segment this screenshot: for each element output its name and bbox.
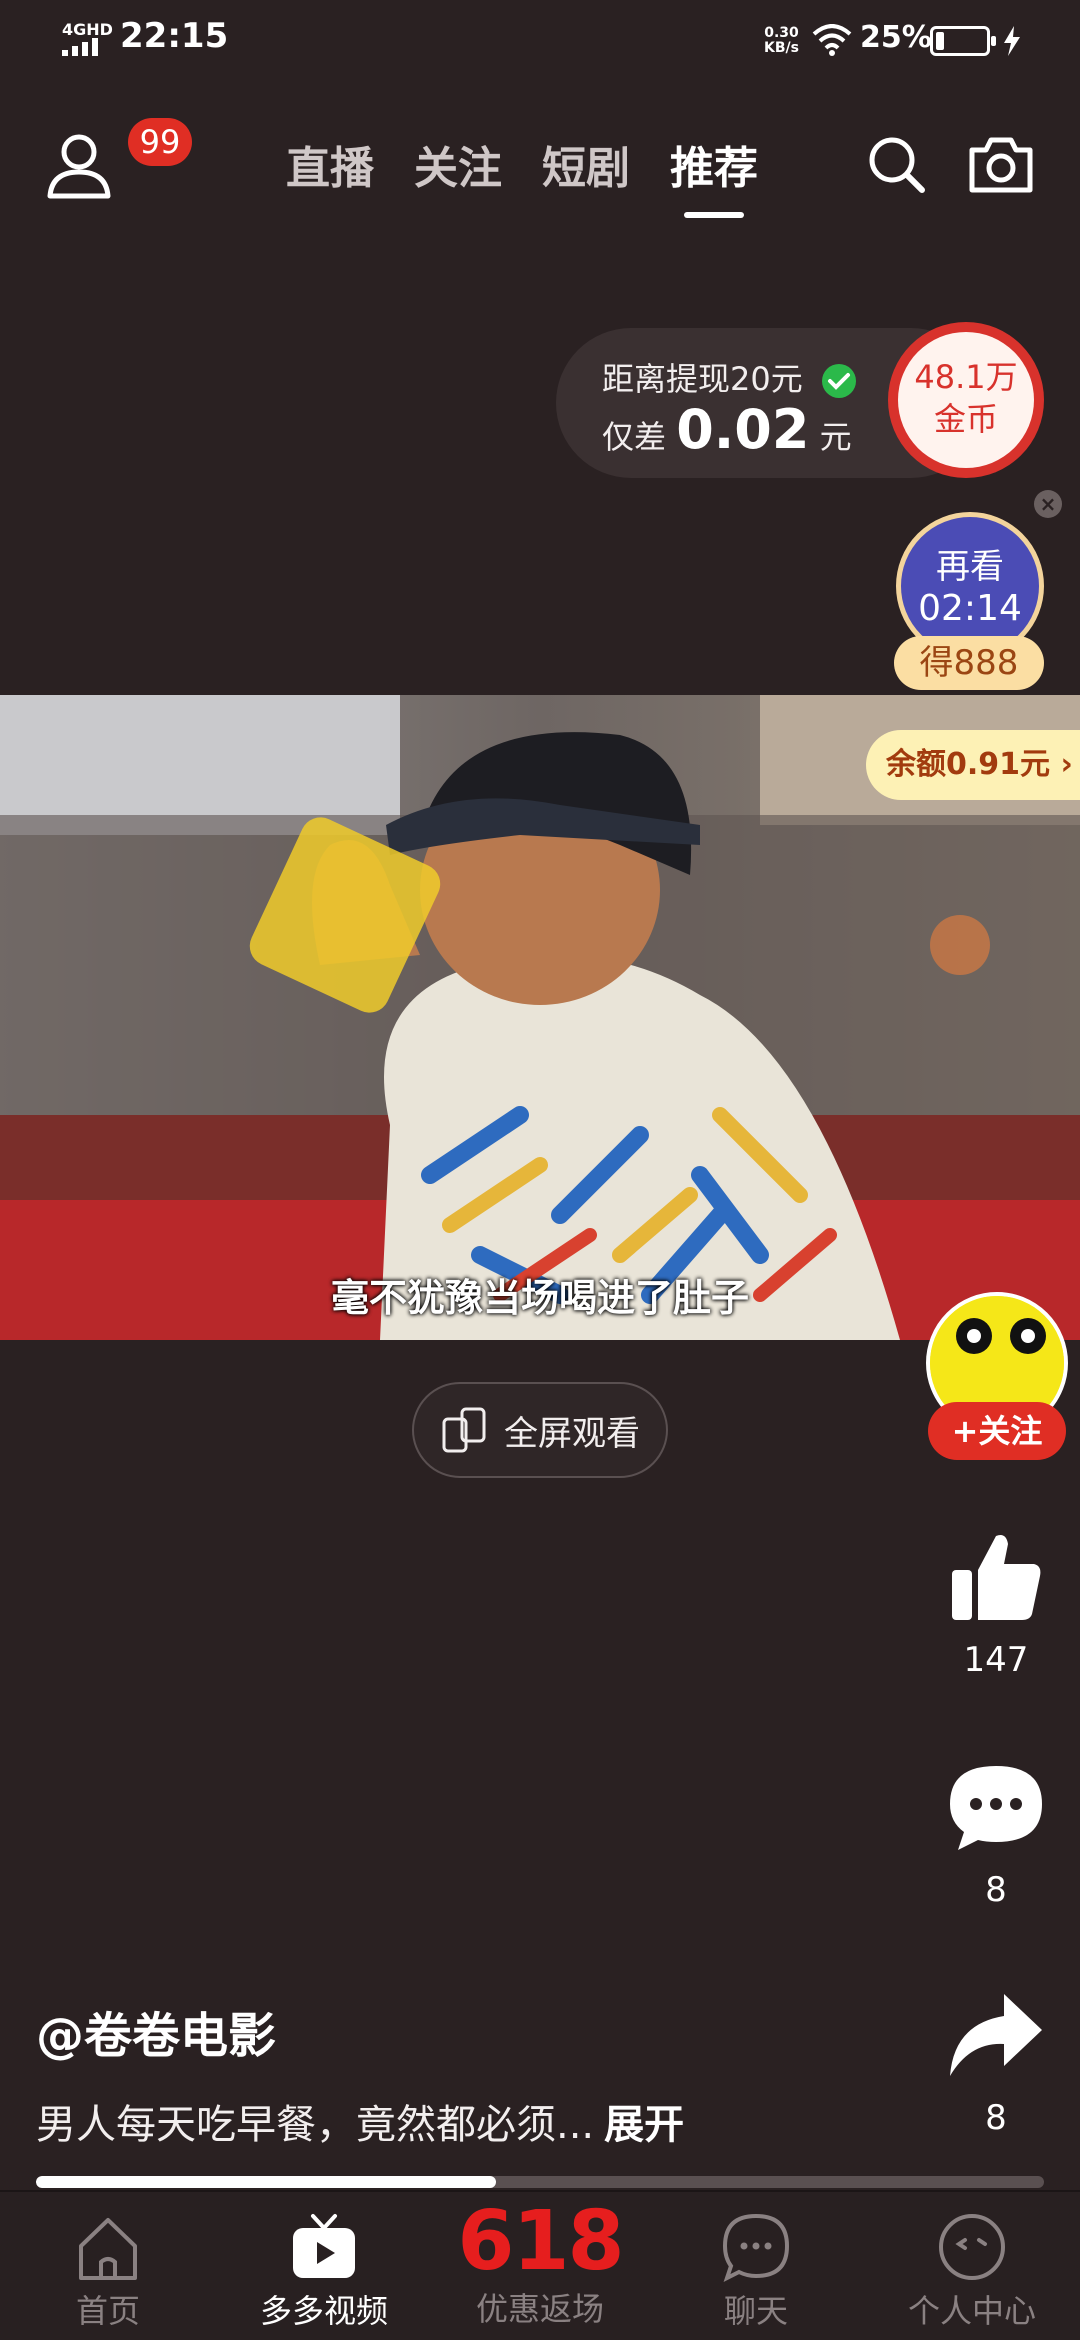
like-count: 147 xyxy=(963,1640,1029,1680)
nav-profile-label: 个人中心 xyxy=(907,2292,1036,2330)
withdraw-target-text: 距离提现20元 xyxy=(602,360,803,398)
withdraw-target: 距离提现20元 xyxy=(602,354,857,400)
rewatch-label: 再看 xyxy=(936,547,1004,587)
tab-recommended[interactable]: 推荐 xyxy=(670,132,758,196)
chat-icon xyxy=(722,2213,790,2282)
nav-video[interactable]: 多多视频 xyxy=(244,2212,404,2332)
author-name[interactable]: @卷卷电影 xyxy=(36,1996,276,2066)
feed-tabs: 直播 关注 短剧 推荐 xyxy=(286,132,758,196)
profile-icon xyxy=(939,2214,1005,2280)
network-speed-unit: KB/s xyxy=(764,40,799,56)
user-button[interactable]: 99 xyxy=(44,118,192,200)
coin-label: 金币 xyxy=(933,400,998,438)
balance-label: 余额0.91元 xyxy=(886,747,1051,782)
fullscreen-label: 全屏观看 xyxy=(504,1413,640,1454)
remaining-suffix: 元 xyxy=(819,418,852,456)
battery-percent: 25% xyxy=(860,20,932,55)
rotate-phone-icon xyxy=(442,1407,486,1453)
nav-profile[interactable]: 个人中心 xyxy=(892,2212,1052,2332)
tab-following[interactable]: 关注 xyxy=(414,132,502,196)
follow-button[interactable]: +关注 xyxy=(928,1402,1066,1460)
notification-badge: 99 xyxy=(128,118,192,166)
nav-promo[interactable]: 618 优惠返场 xyxy=(440,2198,640,2330)
network-speed: 0.30 KB/s xyxy=(764,26,799,56)
chevron-right-icon: › xyxy=(1060,747,1073,782)
video-subtitle: 毫不犹豫当场喝进了肚子 xyxy=(330,1276,749,1320)
camera-icon[interactable] xyxy=(968,134,1034,194)
wechat-check-icon xyxy=(821,364,856,398)
expand-button[interactable]: 展开 xyxy=(604,2102,684,2148)
home-icon xyxy=(79,2218,137,2280)
share-button[interactable]: 8 xyxy=(940,1990,1052,2138)
description-text: 男人每天吃早餐，竟然都必须... xyxy=(36,2102,595,2148)
share-icon xyxy=(950,1994,1042,2076)
nav-home[interactable]: 首页 xyxy=(28,2212,188,2332)
coin-value: 48.1万 xyxy=(914,358,1018,396)
charging-icon xyxy=(1004,26,1020,56)
nav-chat-label: 聊天 xyxy=(723,2292,788,2330)
clock: 22:15 xyxy=(120,16,229,56)
comment-count: 8 xyxy=(985,1870,1007,1910)
promo-618-icon: 618 xyxy=(457,2194,624,2289)
video-progress-fill xyxy=(36,2176,496,2188)
tv-icon xyxy=(293,2214,355,2278)
bottom-nav: 首页 多多视频 618 优惠返场 聊天 个人中心 xyxy=(0,2190,1080,2340)
comment-button[interactable]: 8 xyxy=(940,1762,1052,1910)
remaining-prefix: 仅差 xyxy=(602,418,667,456)
balance-link[interactable]: 余额0.91元 › xyxy=(866,730,1080,800)
nav-promo-label: 优惠返场 xyxy=(475,2290,604,2328)
battery-fill xyxy=(936,32,944,50)
withdraw-remaining: 仅差 0.02 元 xyxy=(602,398,852,461)
network-speed-value: 0.30 xyxy=(764,25,799,41)
coin-balance-button[interactable]: 48.1万 金币 xyxy=(888,322,1044,478)
close-icon[interactable]: × xyxy=(1034,490,1062,518)
nav-chat[interactable]: 聊天 xyxy=(676,2212,836,2332)
video-description: 男人每天吃早餐，竟然都必须... 展开 xyxy=(36,2092,684,2150)
wifi-icon xyxy=(812,24,852,56)
thumbs-up-icon xyxy=(952,1535,1041,1620)
top-nav: 99 直播 关注 短剧 推荐 xyxy=(0,110,1080,220)
tab-short-drama[interactable]: 短剧 xyxy=(542,132,630,196)
tab-live[interactable]: 直播 xyxy=(286,132,374,196)
network-type: 4GHD xyxy=(62,20,113,39)
remaining-amount: 0.02 xyxy=(676,398,810,461)
battery-icon xyxy=(930,26,996,56)
rewatch-time: 02:14 xyxy=(918,588,1022,629)
user-icon xyxy=(47,134,111,199)
earn-reward-badge: 得888 xyxy=(894,636,1044,690)
video-progress-bar[interactable] xyxy=(36,2176,1044,2188)
nav-video-label: 多多视频 xyxy=(259,2292,388,2330)
search-icon[interactable] xyxy=(866,134,926,194)
like-button[interactable]: 147 xyxy=(940,1530,1052,1680)
comment-icon xyxy=(950,1766,1042,1850)
fullscreen-button[interactable]: 全屏观看 xyxy=(412,1382,668,1478)
coin-balance: 48.1万 金币 xyxy=(898,332,1034,468)
signal-icon xyxy=(62,38,98,56)
share-count: 8 xyxy=(985,2098,1007,2138)
nav-home-label: 首页 xyxy=(75,2292,140,2330)
status-bar: 4GHD 22:15 0.30 KB/s 25% xyxy=(0,0,1080,80)
